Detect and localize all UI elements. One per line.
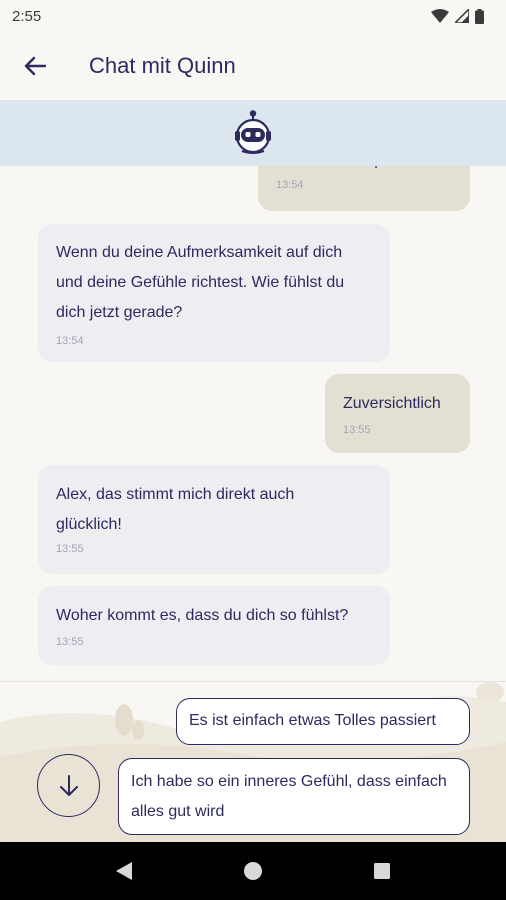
app-bar: Chat mit Quinn: [0, 32, 506, 100]
message-time: 13:55: [56, 636, 84, 648]
bot-header-band: [0, 100, 506, 166]
message-time: 13:54: [276, 179, 304, 191]
quick-reply-option[interactable]: Es ist einfach etwas Tolles passiert: [176, 698, 470, 745]
robot-avatar-icon: [235, 110, 271, 154]
triangle-back-icon: [116, 862, 133, 880]
nav-home-button[interactable]: [233, 851, 273, 891]
nav-recents-button[interactable]: [362, 851, 402, 891]
message-time: 13:55: [56, 543, 84, 555]
circle-home-icon: [243, 862, 262, 880]
message-user: Zuversichtlich 13:55: [325, 374, 470, 453]
scroll-down-button[interactable]: [37, 754, 100, 817]
quick-reply-label: Es ist einfach etwas Tolles passiert: [189, 712, 436, 729]
message-user: über Gefühle sprechen 13:54: [258, 166, 470, 211]
message-bot: Alex, das stimmt mich direkt auch glückl…: [38, 465, 390, 574]
status-bar: 2:55: [0, 0, 506, 32]
arrow-down-icon: [59, 774, 78, 796]
back-button[interactable]: [0, 32, 70, 100]
message-text: über Gefühle sprechen: [276, 166, 452, 176]
message-bot: Woher kommt es, dass du dich so fühlst? …: [38, 586, 390, 665]
message-time: 13:54: [56, 335, 84, 347]
square-recents-icon: [373, 863, 390, 879]
nav-back-button[interactable]: [104, 851, 144, 891]
quick-reply-option[interactable]: Ich habe so ein inneres Gefühl, dass ein…: [118, 758, 470, 835]
quick-reply-label: Ich habe so ein inneres Gefühl, dass ein…: [131, 773, 447, 820]
wifi-icon: [431, 9, 449, 23]
signal-icon: [455, 9, 469, 23]
chat-screen: 2:55 Chat mit Quinn 13:54 Wenn du deine …: [0, 0, 506, 900]
message-text: Zuversichtlich: [343, 395, 441, 412]
message-text: Alex, das stimmt mich direkt auch glückl…: [56, 486, 295, 533]
status-time: 2:55: [12, 7, 42, 25]
system-navigation-bar: [0, 842, 506, 900]
chat-message-list[interactable]: über Gefühle sprechen 13:54 Wenn du dein…: [0, 166, 506, 681]
quick-reply-area: Es ist einfach etwas Tolles passiert Ich…: [0, 681, 506, 842]
arrow-left-icon: [24, 56, 46, 76]
message-text: Woher kommt es, dass du dich so fühlst?: [56, 607, 349, 624]
battery-icon: [475, 8, 484, 24]
message-text: Wenn du deine Aufmerksamkeit auf dich un…: [56, 244, 345, 321]
message-time: 13:55: [343, 424, 371, 436]
page-title: Chat mit Quinn: [89, 53, 236, 78]
message-bot: Wenn du deine Aufmerksamkeit auf dich un…: [38, 224, 390, 362]
status-icons: [431, 8, 484, 24]
